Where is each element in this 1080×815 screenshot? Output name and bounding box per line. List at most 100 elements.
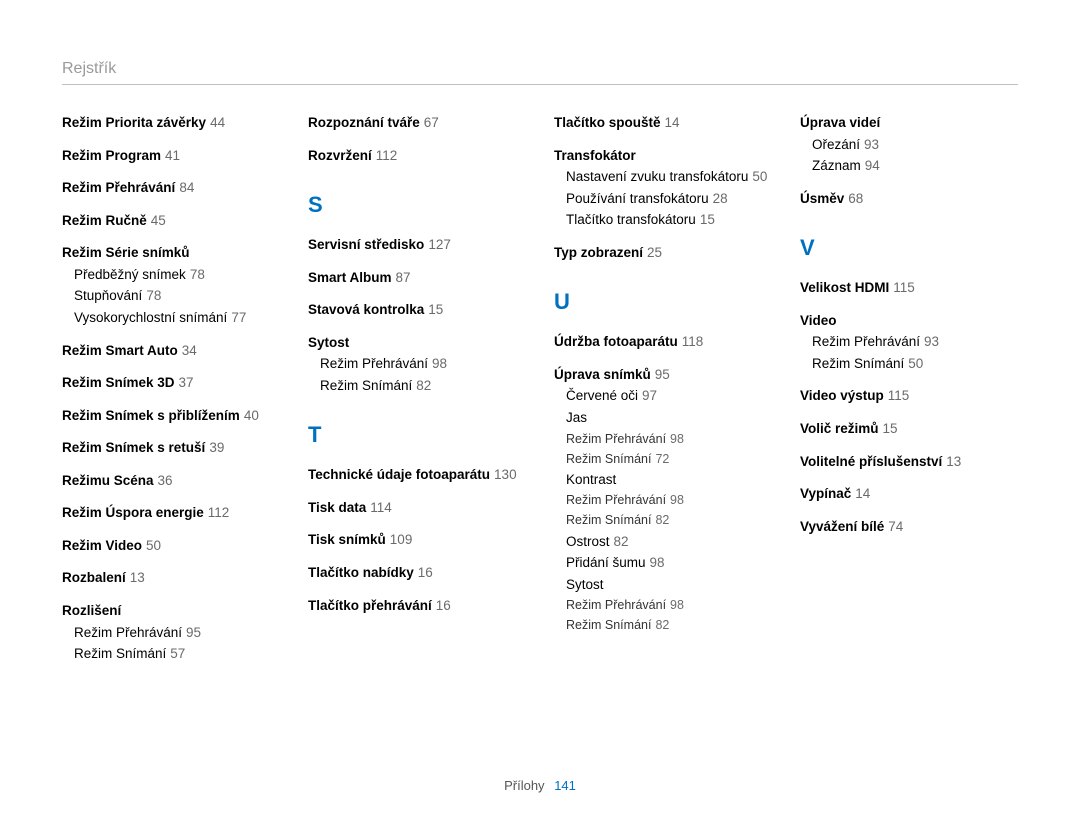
index-page[interactable]: 95	[186, 625, 201, 640]
index-subsub-label: Režim Přehrávání	[566, 493, 666, 507]
index-page[interactable]: 44	[210, 115, 225, 130]
index-entry: Servisní středisko127	[308, 235, 526, 255]
index-subsubentry: Režim Snímání72	[566, 450, 772, 468]
index-page[interactable]: 82	[655, 618, 669, 632]
index-term: Rozlišení	[62, 603, 121, 618]
index-page[interactable]: 82	[416, 378, 431, 393]
index-page[interactable]: 25	[647, 245, 662, 260]
index-entry: Režim Úspora energie 112	[62, 503, 280, 523]
index-page[interactable]: 77	[231, 310, 246, 325]
index-sub-label: Režim Přehrávání	[812, 334, 920, 349]
index-term: Režimu Scéna	[62, 473, 154, 488]
index-page[interactable]: 114	[370, 500, 392, 515]
index-page[interactable]: 112	[208, 505, 230, 520]
index-term: Tlačítko nabídky	[308, 565, 414, 580]
index-subsub-label: Režim Snímání	[566, 618, 651, 632]
column-3: Tlačítko spouště14TransfokátorNastavení …	[554, 113, 772, 677]
index-page[interactable]: 115	[888, 388, 910, 403]
index-page[interactable]: 95	[655, 367, 670, 382]
index-subentry: Tlačítko transfokátoru 15	[566, 210, 772, 230]
index-page[interactable]: 72	[655, 452, 669, 466]
index-page[interactable]: 130	[494, 467, 517, 482]
index-page[interactable]: 97	[642, 388, 657, 403]
index-page[interactable]: 115	[893, 280, 915, 295]
index-page[interactable]: 67	[424, 115, 439, 130]
index-subsubentry: Režim Přehrávání98	[566, 596, 772, 614]
index-page[interactable]: 14	[855, 486, 870, 501]
index-page[interactable]: 82	[614, 534, 629, 549]
index-page[interactable]: 36	[158, 473, 173, 488]
index-entry: Režim Program41	[62, 146, 280, 166]
index-sub-label: Nastavení zvuku transfokátoru	[566, 169, 748, 184]
index-page[interactable]: 109	[390, 532, 413, 547]
index-subentry: Přidání šumu98	[566, 553, 772, 573]
index-page[interactable]: 50	[908, 356, 923, 371]
index-term: Režim Úspora energie	[62, 505, 204, 520]
index-page[interactable]: 127	[428, 237, 451, 252]
index-page[interactable]: 13	[946, 454, 961, 469]
index-page[interactable]: 45	[151, 213, 166, 228]
index-subentry: Jas	[566, 408, 772, 428]
index-page[interactable]: 98	[670, 432, 684, 446]
index-subsubentry: Režim Snímání 82	[566, 616, 772, 634]
index-page[interactable]: 15	[883, 421, 898, 436]
column-1: Režim Priorita závěrky44Režim Program41R…	[62, 113, 280, 677]
index-subsubentry: Režim Snímání82	[566, 511, 772, 529]
index-entry: Tlačítko nabídky 16	[308, 563, 526, 583]
index-subentry: Vysokorychlostní snímání 77	[74, 308, 280, 328]
index-page[interactable]: 13	[130, 570, 145, 585]
index-subentry: Režim Snímání82	[320, 376, 526, 396]
index-page[interactable]: 34	[182, 343, 197, 358]
index-page[interactable]: 15	[428, 302, 443, 317]
index-page[interactable]: 39	[209, 440, 224, 455]
index-page[interactable]: 78	[190, 267, 205, 282]
index-entry: Úsměv68	[800, 189, 1018, 209]
index-term: Úprava snímků	[554, 367, 651, 382]
index-subentry: Režim Přehrávání95	[74, 623, 280, 643]
index-page[interactable]: 16	[436, 598, 451, 613]
index-sub-label: Kontrast	[566, 472, 616, 487]
index-page[interactable]: 98	[670, 493, 684, 507]
index-page[interactable]: 93	[864, 137, 879, 152]
index-subentry: Nastavení zvuku transfokátoru 50	[566, 167, 772, 187]
index-sub-label: Vysokorychlostní snímání	[74, 310, 227, 325]
index-subentry: Sytost	[566, 575, 772, 595]
index-page[interactable]: 40	[244, 408, 259, 423]
index-entry: Stavová kontrolka15	[308, 300, 526, 320]
index-page[interactable]: 74	[888, 519, 903, 534]
index-sub-label: Ořezání	[812, 137, 860, 152]
index-page[interactable]: 98	[432, 356, 447, 371]
index-page[interactable]: 78	[146, 288, 161, 303]
index-page[interactable]: 82	[655, 513, 669, 527]
index-page[interactable]: 87	[396, 270, 411, 285]
index-entry: Velikost HDMI115	[800, 278, 1018, 298]
column-2: Rozpoznání tváře67Rozvržení112SServisní …	[308, 113, 526, 677]
index-page[interactable]: 57	[170, 646, 185, 661]
index-page[interactable]: 37	[179, 375, 194, 390]
index-page[interactable]: 98	[670, 598, 684, 612]
index-entry: Rozpoznání tváře67	[308, 113, 526, 133]
index-sub-label: Tlačítko transfokátoru	[566, 212, 696, 227]
index-page[interactable]: 118	[682, 334, 704, 349]
index-page[interactable]: 94	[865, 158, 880, 173]
index-sub-label: Používání transfokátoru	[566, 191, 709, 206]
index-page[interactable]: 98	[650, 555, 665, 570]
index-page[interactable]: 84	[179, 180, 194, 195]
index-page[interactable]: 112	[376, 148, 398, 163]
index-page[interactable]: 41	[165, 148, 180, 163]
index-page[interactable]: 14	[665, 115, 680, 130]
index-term: Úprava videí	[800, 115, 880, 130]
index-page[interactable]: 15	[700, 212, 715, 227]
index-page[interactable]: 16	[418, 565, 433, 580]
index-page[interactable]: 50	[146, 538, 161, 553]
index-page[interactable]: 68	[848, 191, 863, 206]
page-header: Rejstřík	[62, 60, 1018, 85]
index-page[interactable]: 28	[713, 191, 728, 206]
index-page[interactable]: 93	[924, 334, 939, 349]
index-term: Sytost	[308, 335, 349, 350]
index-term: Volič režimů	[800, 421, 879, 436]
index-term: Smart Album	[308, 270, 392, 285]
index-sub-label: Záznam	[812, 158, 861, 173]
index-page[interactable]: 50	[752, 169, 767, 184]
index-entry: SytostRežim Přehrávání98Režim Snímání82	[308, 333, 526, 396]
